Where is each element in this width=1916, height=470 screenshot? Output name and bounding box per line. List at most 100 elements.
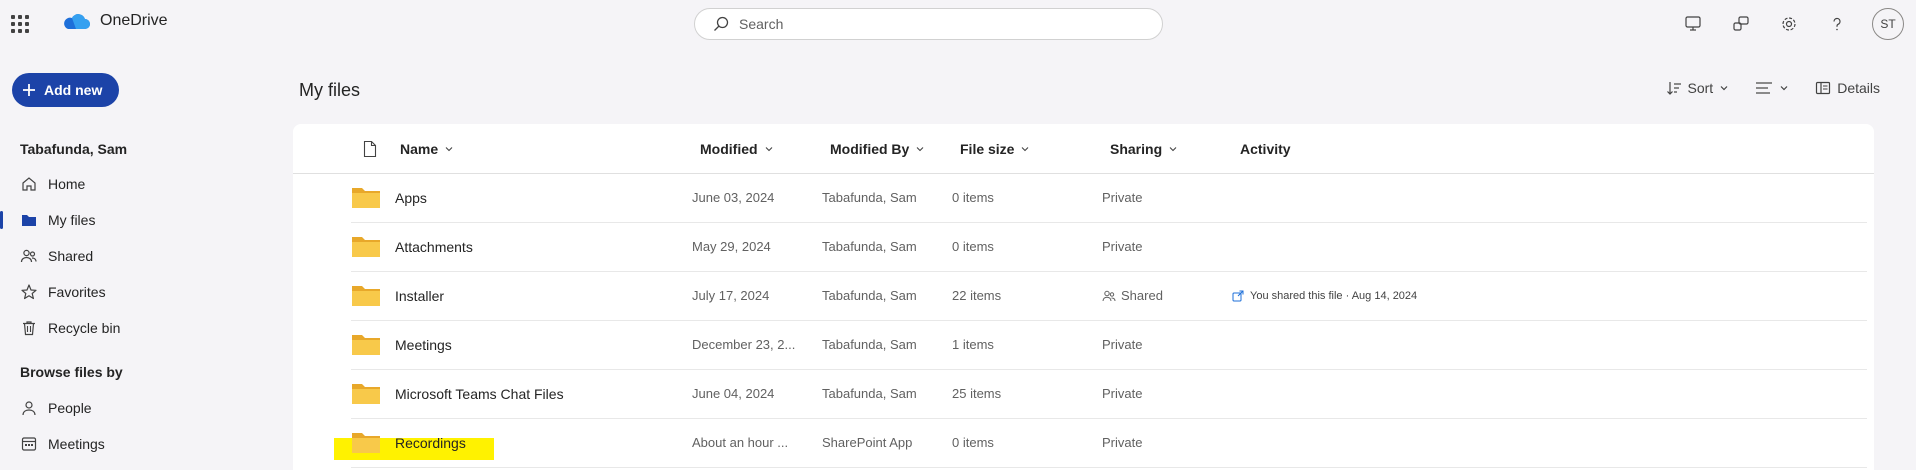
sidebar-item-my-files[interactable]: My files bbox=[0, 202, 240, 238]
browse-list: People Meetings bbox=[0, 390, 240, 462]
column-header-modified[interactable]: Modified bbox=[700, 141, 774, 157]
chevron-down-icon bbox=[1169, 147, 1177, 152]
activity-text: You shared this file · Aug 14, 2024 bbox=[1250, 290, 1418, 302]
file-type-icon[interactable] bbox=[363, 140, 377, 158]
sharing-label: Shared bbox=[1121, 288, 1163, 303]
search-input[interactable] bbox=[739, 16, 1119, 32]
sidebar-item-label: My files bbox=[48, 212, 96, 228]
file-modified: May 29, 2024 bbox=[692, 239, 771, 254]
sidebar-item-favorites[interactable]: Favorites bbox=[0, 274, 240, 310]
page-title: My files bbox=[299, 80, 361, 100]
view-options-button[interactable] bbox=[1755, 80, 1789, 96]
sidebar-item-people[interactable]: People bbox=[0, 390, 240, 426]
calendar-icon bbox=[21, 437, 37, 451]
sidebar-item-shared[interactable]: Shared bbox=[0, 238, 240, 274]
table-header: Name Modified Modified By File size Shar… bbox=[293, 124, 1874, 174]
file-activity: You shared this file · Aug 14, 2024 bbox=[1232, 290, 1417, 302]
file-size: 0 items bbox=[952, 435, 994, 450]
file-size: 1 items bbox=[952, 337, 994, 352]
table-row[interactable]: Microsoft Teams Chat Files June 04, 2024… bbox=[351, 370, 1867, 419]
people-icon bbox=[1102, 290, 1116, 301]
app-launcher-icon[interactable] bbox=[10, 14, 30, 34]
file-name[interactable]: Microsoft Teams Chat Files bbox=[395, 386, 564, 402]
plus-icon bbox=[23, 84, 35, 96]
column-header-file-size[interactable]: File size bbox=[960, 141, 1030, 157]
folder-icon bbox=[352, 286, 380, 306]
avatar[interactable]: ST bbox=[1872, 8, 1904, 40]
sort-icon bbox=[1666, 82, 1681, 95]
column-header-name[interactable]: Name bbox=[400, 141, 454, 157]
chevron-down-icon bbox=[765, 147, 772, 152]
sort-button[interactable]: Sort bbox=[1666, 80, 1730, 96]
sidebar-item-label: Favorites bbox=[48, 284, 106, 300]
folder-icon bbox=[352, 433, 380, 453]
table-row[interactable]: Apps June 03, 2024 Tabafunda, Sam 0 item… bbox=[351, 174, 1867, 223]
add-new-label: Add new bbox=[44, 82, 103, 98]
list-view-icon bbox=[1756, 82, 1773, 94]
file-modified-by: Tabafunda, Sam bbox=[822, 288, 917, 303]
sidebar-item-label: Recycle bin bbox=[48, 320, 121, 336]
feedback-icon[interactable] bbox=[1728, 11, 1754, 37]
file-name[interactable]: Installer bbox=[395, 288, 444, 304]
top-bar: OneDrive ST bbox=[0, 0, 1916, 50]
table-row[interactable]: Recordings About an hour ... SharePoint … bbox=[351, 419, 1867, 468]
search-icon bbox=[714, 16, 729, 31]
column-header-modified-by[interactable]: Modified By bbox=[830, 141, 925, 157]
home-icon bbox=[22, 177, 36, 191]
sidebar-item-home[interactable]: Home bbox=[0, 166, 240, 202]
column-header-activity[interactable]: Activity bbox=[1240, 141, 1291, 157]
file-sharing: Private bbox=[1102, 239, 1143, 254]
search-box[interactable] bbox=[694, 8, 1163, 40]
file-modified-by: Tabafunda, Sam bbox=[822, 386, 917, 401]
sidebar-item-label: Shared bbox=[48, 248, 94, 264]
brand[interactable]: OneDrive bbox=[62, 12, 168, 30]
file-name[interactable]: Recordings bbox=[395, 435, 466, 451]
folder-icon bbox=[22, 215, 36, 226]
chevron-down-icon bbox=[1720, 86, 1728, 91]
details-label: Details bbox=[1837, 80, 1880, 96]
file-sharing: Private bbox=[1102, 190, 1143, 205]
column-header-sharing[interactable]: Sharing bbox=[1110, 141, 1178, 157]
people-icon bbox=[20, 249, 37, 263]
file-modified-by: SharePoint App bbox=[822, 435, 913, 450]
trash-icon bbox=[23, 321, 35, 336]
table-row[interactable]: Attachments May 29, 2024 Tabafunda, Sam … bbox=[351, 223, 1867, 272]
browse-section-title: Browse files by bbox=[20, 364, 123, 380]
details-button[interactable]: Details bbox=[1815, 80, 1880, 96]
sidebar-item-label: Home bbox=[48, 176, 86, 192]
file-modified: June 04, 2024 bbox=[692, 386, 775, 401]
file-modified: July 17, 2024 bbox=[692, 288, 770, 303]
file-sharing: Private bbox=[1102, 386, 1143, 401]
gear-icon[interactable] bbox=[1776, 11, 1802, 37]
folder-icon bbox=[352, 188, 380, 208]
file-modified: About an hour ... bbox=[692, 435, 789, 450]
chevron-down-icon bbox=[1022, 147, 1029, 152]
toolbar: Sort Details bbox=[1666, 80, 1880, 96]
file-size: 22 items bbox=[952, 288, 1002, 303]
file-modified-by: Tabafunda, Sam bbox=[822, 239, 917, 254]
help-icon[interactable] bbox=[1824, 11, 1850, 37]
share-icon bbox=[1232, 290, 1244, 302]
chevron-down-icon bbox=[916, 147, 924, 152]
file-sharing: Private bbox=[1102, 435, 1143, 450]
file-name[interactable]: Apps bbox=[395, 190, 427, 206]
file-size: 25 items bbox=[952, 386, 1002, 401]
table-row[interactable]: Meetings December 23, 2... Tabafunda, Sa… bbox=[351, 321, 1867, 370]
app-name: OneDrive bbox=[100, 12, 168, 29]
sidebar-item-recycle-bin[interactable]: Recycle bin bbox=[0, 310, 240, 346]
monitor-icon[interactable] bbox=[1680, 11, 1706, 37]
folder-icon bbox=[352, 237, 380, 257]
file-modified: December 23, 2... bbox=[692, 337, 796, 352]
file-size: 0 items bbox=[952, 190, 994, 205]
file-modified: June 03, 2024 bbox=[692, 190, 775, 205]
details-pane-icon bbox=[1816, 81, 1831, 95]
chevron-down-icon bbox=[1780, 86, 1788, 91]
file-name[interactable]: Meetings bbox=[395, 337, 452, 353]
sidebar-item-meetings[interactable]: Meetings bbox=[0, 426, 240, 462]
nav-list: Home My files Shared Favorites Recycle b… bbox=[0, 166, 240, 346]
file-sharing: Private bbox=[1102, 337, 1143, 352]
add-new-button[interactable]: Add new bbox=[12, 73, 119, 107]
nav-user-name: Tabafunda, Sam bbox=[20, 141, 128, 157]
file-name[interactable]: Attachments bbox=[395, 239, 473, 255]
table-row[interactable]: Installer July 17, 2024 Tabafunda, Sam 2… bbox=[351, 272, 1867, 321]
